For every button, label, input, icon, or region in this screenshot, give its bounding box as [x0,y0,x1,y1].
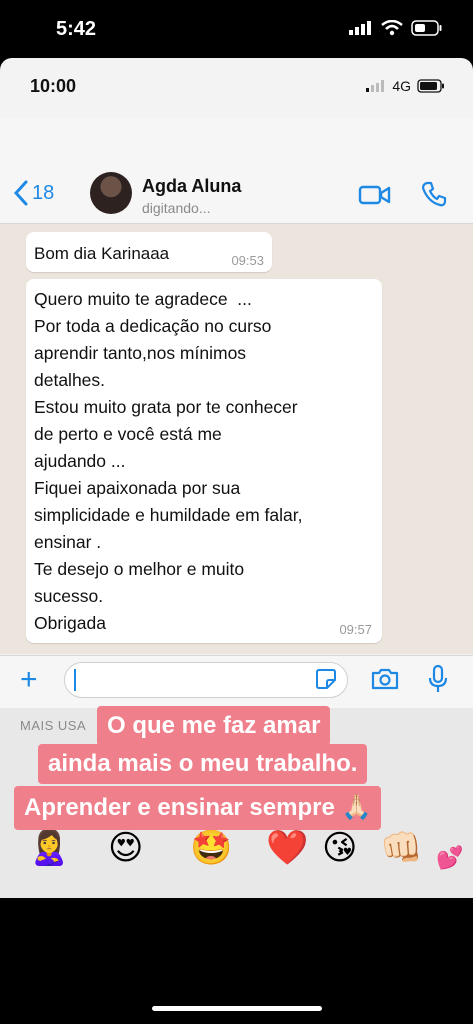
unread-count: 18 [32,181,55,204]
typing-status: digitando... [142,200,211,216]
message-line: Por toda a dedicação no curso [34,316,272,336]
home-indicator [152,1006,322,1011]
caption-line: Aprender e ensinar sempre 🙏🏻 [14,786,382,830]
caption-line: ainda mais o meu trabalho. [38,744,368,784]
message-line: Estou muito grata por te conhecer [34,397,298,417]
message-time: 09:53 [231,253,264,268]
emoji-key[interactable]: 😘 [322,828,357,868]
text-cursor [74,669,76,691]
message-input[interactable] [64,662,348,698]
chat-header [0,118,473,224]
message-line: aprendir tanto,nos mínimos [34,343,247,363]
caption-line: O que me faz amar [97,706,331,746]
message-line: Obrigada [34,613,106,633]
emoji-key[interactable]: ❤️ [266,828,308,868]
message-line: Fiquei apaixonada por sua [34,478,241,498]
battery-icon [417,79,444,93]
message-line: Quero muito te agradece ... [34,289,252,309]
emoji-key[interactable]: 💕 [436,838,463,878]
message-line: Te desejo o melhor e muito [34,559,245,579]
message-line: ensinar . [34,532,102,552]
message-line: detalhes. [34,370,106,390]
status-time: 5:42 [56,18,97,40]
message-bubble[interactable]: Bom dia Karinaaa 09:53 [26,232,272,272]
inner-status-time: 10:00 [30,76,77,96]
signal-icon [366,80,385,92]
camera-icon[interactable] [370,667,400,691]
back-button[interactable]: 18 [14,180,54,206]
attach-plus-icon[interactable]: + [20,665,38,695]
emoji-key[interactable]: 🙎‍♀️ [28,828,70,868]
sticker-icon[interactable] [315,668,337,690]
wifi-icon [381,20,403,36]
battery-icon [411,20,442,36]
emoji-key[interactable]: 👊🏻 [380,828,422,868]
message-line: ajudando ... [34,451,126,471]
contact-name[interactable]: Agda Aluna [142,176,241,197]
message-line: de perto e você está me [34,424,222,444]
frequently-used-label: MAIS USA [20,718,87,733]
emoji-key[interactable]: 😍 [108,828,143,868]
message-line: sucesso. [34,586,104,606]
message-time: 09:57 [339,622,372,637]
status-icons [349,20,443,36]
avatar[interactable] [90,172,132,214]
message-text: Bom dia Karinaaa [34,244,170,263]
inner-status-icons: 4G [366,78,445,94]
video-call-icon[interactable] [358,184,392,206]
signal-icon [349,21,371,35]
chevron-left-icon [14,180,28,206]
emoji-key[interactable]: 🤩 [190,828,232,868]
message-line: simplicidade e humildade em falar, [34,505,303,525]
microphone-icon[interactable] [428,664,448,694]
message-bubble[interactable]: Quero muito te agradece ... Por toda a d… [26,279,382,643]
phone-call-icon[interactable] [420,180,448,208]
network-label: 4G [392,78,411,94]
